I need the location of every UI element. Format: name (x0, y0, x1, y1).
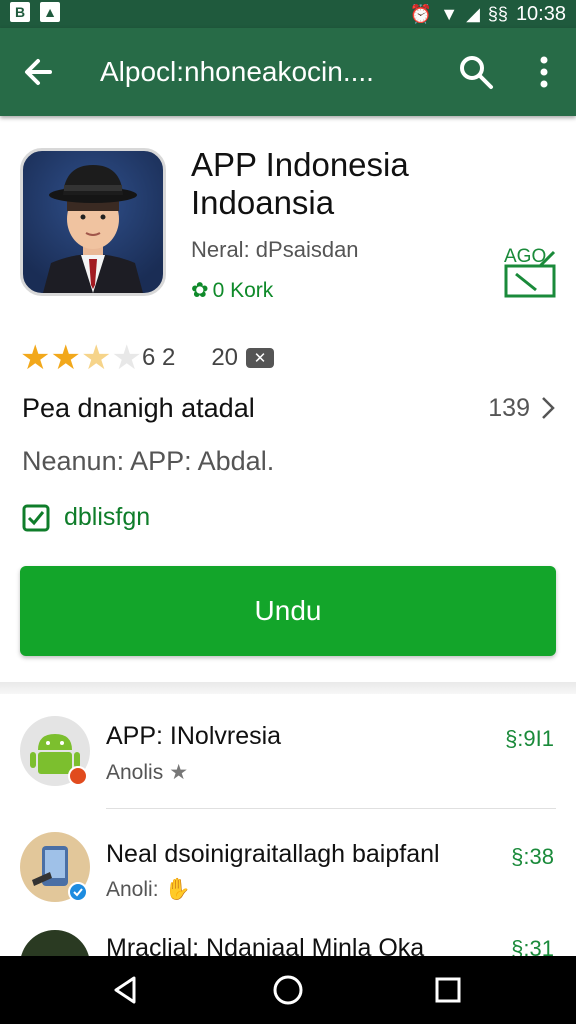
navigation-bar (0, 956, 576, 1024)
star-icon: ★ (169, 761, 189, 784)
status-time: 10:38 (515, 2, 566, 25)
alarm-icon: ⏰ (409, 3, 433, 24)
more-vert-icon[interactable] (530, 52, 558, 92)
app-icon (20, 148, 166, 296)
list-item-title: APP: INolvresia (106, 722, 282, 750)
list-item-title: Mraclial: Ndaniaal Minla Oka (106, 934, 425, 956)
checkbox-check-icon (22, 504, 50, 531)
list-item[interactable]: APP: INolvresia Anolis ★ §:9I1 (0, 710, 576, 820)
circle-app-icon (20, 930, 90, 956)
status-bar: B ▲ ⏰ ▼ ◢ §§ 10:38 (0, 0, 576, 28)
signal-icon: ◢ (466, 3, 480, 24)
verified-label: dblisfgn (64, 503, 151, 531)
description-label: Pea dnanigh atadal (22, 392, 255, 423)
verified-row: dblisfgn (22, 503, 150, 532)
wifi-icon: ▼ (440, 3, 459, 24)
man-in-hat-illustration (43, 165, 143, 293)
app-bar-title: Alpocl:nhoneakocin.... (100, 56, 374, 87)
notification-b-icon: B (10, 2, 30, 22)
list-item-subtitle: Anolis ★ (106, 760, 189, 785)
list-item-price: §:31 (511, 936, 554, 956)
list-item-price: §:38 (511, 844, 554, 869)
requirement-text: Neanun: APP: Abdal. (22, 446, 275, 476)
star-full-icon: ★ (50, 339, 81, 377)
section-divider (0, 682, 576, 694)
battery-icon: §§ (487, 3, 508, 24)
nav-recents-icon[interactable] (428, 970, 468, 1010)
star-half-icon: ★ (80, 339, 112, 377)
rating-value: 6 2 (141, 344, 176, 371)
install-button[interactable]: Undu (20, 566, 556, 656)
editors-choice-badge: ✿ 0 Kork (191, 278, 274, 303)
hand-icon: ✋ (164, 878, 191, 901)
description-row[interactable]: Pea dnanigh atadal 139 (22, 388, 556, 428)
list-item-price: §:9I1 (505, 726, 554, 751)
review-badge-icon: ✕ (246, 348, 275, 368)
age-rating-icon[interactable]: AGO (500, 240, 556, 300)
app-bar: Alpocl:nhoneakocin.... (0, 28, 576, 116)
android-icon (20, 716, 90, 786)
svg-text:AGO: AGO (504, 246, 546, 267)
phone-app-icon (20, 832, 90, 902)
notification-image-icon: ▲ (40, 2, 60, 22)
list-item-title: Neal dsoinigraitallagh baipfanl (106, 840, 440, 868)
nav-home-icon[interactable] (268, 970, 308, 1010)
app-title: APP Indonesia Indoansia (191, 146, 409, 221)
list-item-subtitle: Anoli: ✋ (106, 878, 191, 901)
list-item[interactable]: Neal dsoinigraitallagh baipfanl Anoli: ✋… (0, 826, 576, 936)
star-full-icon: ★ (20, 339, 51, 377)
description-count: 139 (488, 393, 530, 422)
list-item[interactable]: Mraclial: Ndaniaal Minla Oka §:31 (0, 930, 576, 956)
search-icon[interactable] (458, 54, 494, 90)
nav-back-icon[interactable] (106, 970, 146, 1010)
leaf-icon: ✿ (191, 279, 209, 302)
rating-count: 20 (211, 344, 239, 371)
rating-row[interactable]: ★ ★ ★ ★ 6 2 20 ✕ (20, 339, 275, 377)
back-arrow-icon[interactable] (20, 48, 60, 96)
developer-name[interactable]: Neral: dPsaisdan (191, 237, 359, 263)
star-empty-icon: ★ (111, 339, 142, 377)
chevron-right-icon (542, 397, 555, 419)
list-divider (106, 808, 556, 809)
